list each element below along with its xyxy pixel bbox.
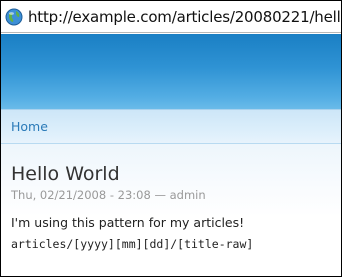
article-body: I'm using this pattern for my articles!: [11, 215, 245, 230]
address-bar[interactable]: http://example.com/articles/20080221/hel…: [1, 1, 341, 33]
site-header-banner: [1, 34, 341, 109]
article-title: Hello World: [11, 163, 120, 185]
article-code: articles/[yyyy][mm][dd]/[title-raw]: [11, 237, 254, 251]
url-text[interactable]: http://example.com/articles/20080221/hel…: [28, 8, 341, 26]
main-content: Hello World Thu, 02/21/2008 - 23:08 — ad…: [1, 144, 341, 276]
nav-home-link[interactable]: Home: [11, 119, 48, 134]
article-meta: Thu, 02/21/2008 - 23:08 — admin: [11, 188, 206, 202]
primary-nav: Home: [1, 109, 341, 144]
browser-window: http://example.com/articles/20080221/hel…: [1, 1, 341, 276]
globe-icon: [5, 8, 23, 25]
